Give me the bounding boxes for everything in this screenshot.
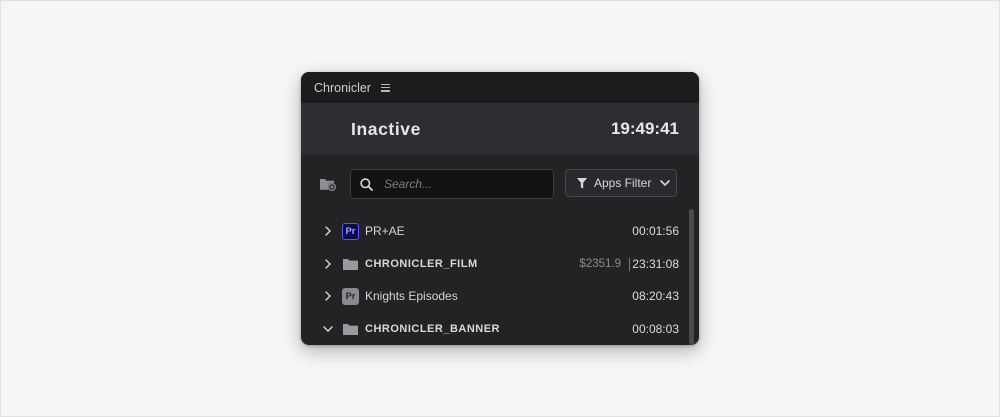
panel-title: Chronicler xyxy=(314,80,371,95)
earnings-value: $2351.9 xyxy=(579,257,621,270)
chevron-right-icon[interactable] xyxy=(323,226,333,236)
scrollbar[interactable] xyxy=(689,209,694,345)
divider xyxy=(629,257,630,271)
folder-icon xyxy=(343,258,358,270)
apps-filter-button[interactable]: Apps Filter xyxy=(565,169,677,197)
project-name: PR+AE xyxy=(365,224,405,239)
list-item[interactable]: CHRONICLER_BANNER 00:08:03 xyxy=(301,313,699,346)
folder-icon xyxy=(343,323,358,335)
chevron-down-icon xyxy=(660,179,671,186)
hamburger-menu-icon[interactable] xyxy=(380,83,390,92)
tracked-time: 23:31:08 xyxy=(632,256,679,271)
current-clock: 19:49:41 xyxy=(610,119,679,138)
toolbar: Apps Filter xyxy=(301,169,699,199)
chronicler-panel: Chronicler Inactive 19:49:41 Apps Filter xyxy=(301,72,699,345)
search-box[interactable] xyxy=(350,169,554,199)
tracked-time: 00:01:56 xyxy=(632,224,679,239)
chevron-down-icon[interactable] xyxy=(323,324,333,334)
search-icon xyxy=(360,177,373,191)
search-input[interactable] xyxy=(382,176,546,192)
folder-name: CHRONICLER_FILM xyxy=(365,257,478,270)
tracking-status: Inactive xyxy=(351,118,421,139)
chevron-right-icon[interactable] xyxy=(323,258,333,269)
tracked-time: 00:08:03 xyxy=(632,321,679,336)
filter-icon xyxy=(577,177,587,189)
list-item[interactable]: Pr Knights Episodes 08:20:43 xyxy=(301,280,699,313)
add-folder-icon[interactable] xyxy=(319,176,337,192)
list-item[interactable]: Pr PR+AE 00:01:56 xyxy=(301,215,699,248)
project-list: Pr PR+AE 00:01:56 CHRONICLER_FILM $2351.… xyxy=(301,215,699,345)
list-item[interactable]: CHRONICLER_FILM $2351.9 23:31:08 xyxy=(301,248,699,281)
tracked-time: 08:20:43 xyxy=(632,289,679,304)
status-bar: Inactive 19:49:41 xyxy=(301,103,699,155)
chevron-right-icon[interactable] xyxy=(323,291,333,301)
apps-filter-label: Apps Filter xyxy=(594,176,652,190)
panel-titlebar: Chronicler xyxy=(301,72,699,103)
premiere-pro-icon: Pr xyxy=(342,223,359,240)
folder-name: CHRONICLER_BANNER xyxy=(365,322,501,335)
premiere-pro-icon: Pr xyxy=(342,288,359,305)
project-name: Knights Episodes xyxy=(365,289,458,304)
